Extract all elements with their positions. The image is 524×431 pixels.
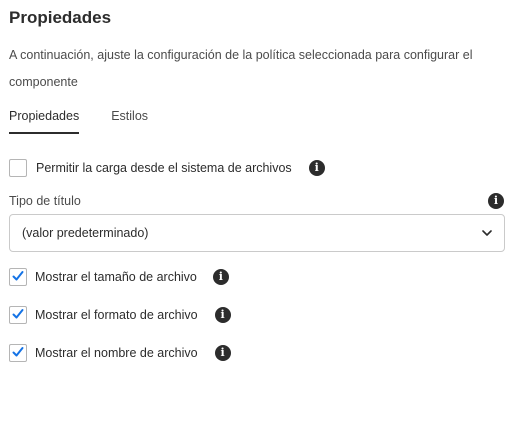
upload-checkbox[interactable] (9, 159, 27, 177)
show-name-row: Mostrar el nombre de archivo i (9, 343, 231, 363)
tab-bar: Propiedades Estilos (9, 104, 148, 134)
show-format-row: Mostrar el formato de archivo i (9, 305, 231, 325)
show-name-checkbox[interactable] (9, 344, 27, 362)
panel-title: Propiedades (9, 8, 112, 27)
info-icon[interactable]: i (214, 307, 231, 323)
info-icon[interactable]: i (308, 160, 325, 176)
title-type-value: (valor predeterminado) (22, 226, 149, 240)
info-icon[interactable]: i (214, 345, 231, 361)
show-format-checkbox[interactable] (9, 306, 27, 324)
title-type-label: Tipo de título (9, 194, 81, 208)
show-size-checkbox[interactable] (9, 268, 27, 286)
checkmark-icon (12, 271, 24, 281)
show-format-label: Mostrar el formato de archivo (35, 308, 198, 322)
checkmark-icon (12, 347, 24, 357)
tab-estilos[interactable]: Estilos (111, 104, 148, 134)
title-type-select[interactable]: (valor predeterminado) (9, 214, 505, 252)
upload-option-row: Permitir la carga desde el sistema de ar… (9, 158, 325, 178)
panel-description: A continuación, ajuste la configuración … (9, 48, 473, 89)
chevron-down-icon (482, 230, 492, 236)
upload-checkbox-label: Permitir la carga desde el sistema de ar… (36, 161, 292, 175)
show-size-row: Mostrar el tamaño de archivo i (9, 267, 229, 287)
tab-propiedades[interactable]: Propiedades (9, 104, 80, 134)
checkmark-icon (12, 309, 24, 319)
info-icon[interactable]: i (212, 269, 229, 285)
show-size-label: Mostrar el tamaño de archivo (35, 270, 197, 284)
show-name-label: Mostrar el nombre de archivo (35, 346, 198, 360)
info-icon[interactable]: i (488, 193, 504, 209)
